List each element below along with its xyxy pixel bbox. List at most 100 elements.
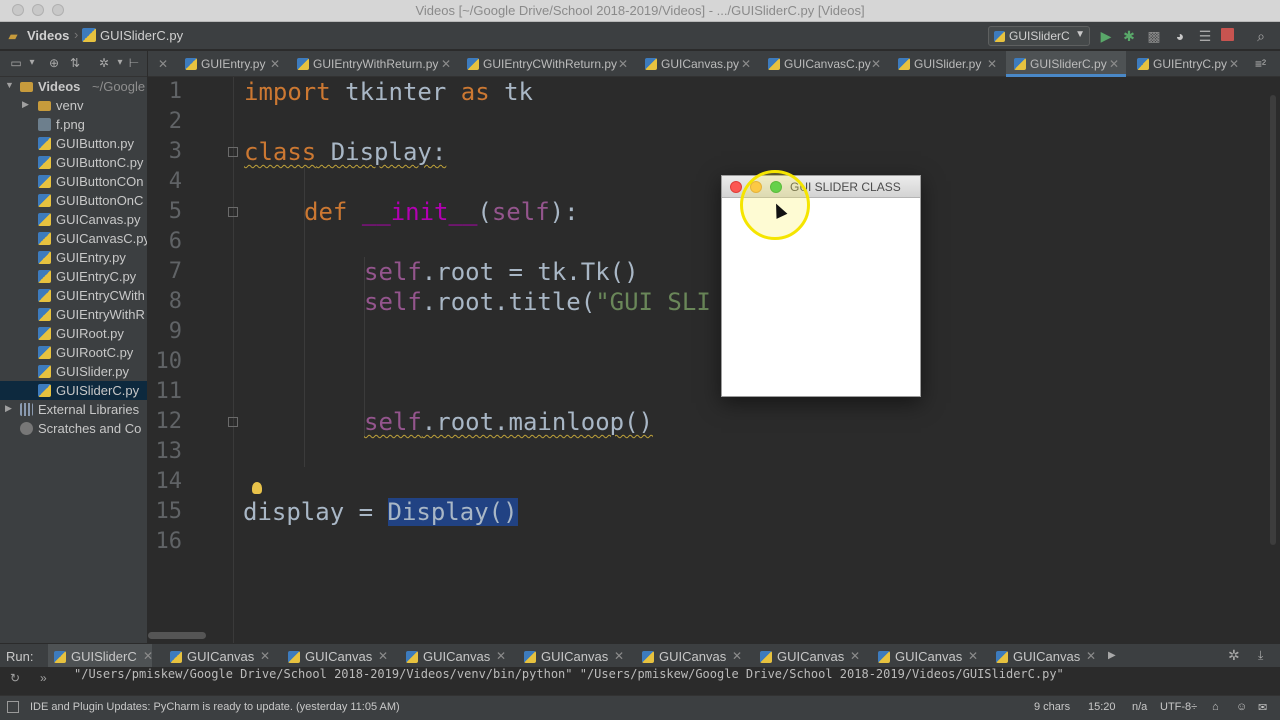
breadcrumb-project[interactable]: Videos: [27, 28, 69, 43]
breadcrumb-file[interactable]: GUISliderC.py: [100, 28, 183, 43]
run-icon[interactable]: ▶: [1097, 27, 1115, 45]
tab-close-icon[interactable]: ✕: [871, 57, 881, 71]
run-tab-guicanvas[interactable]: GUICanvas: [642, 644, 742, 668]
tab-close-icon[interactable]: ✕: [850, 649, 860, 663]
run-tab-guisliderc[interactable]: GUISliderC: [48, 644, 152, 668]
tab-close-icon[interactable]: ✕: [143, 649, 153, 663]
line-separator[interactable]: n/a: [1132, 701, 1147, 713]
project-root[interactable]: ▼ Videos ~/Google: [0, 77, 147, 96]
fold-marker[interactable]: [228, 417, 238, 427]
stop-icon[interactable]: [1221, 28, 1234, 41]
python-file-icon: [878, 651, 890, 663]
python-file-icon: [760, 651, 772, 663]
tab-close-icon[interactable]: ✕: [378, 649, 388, 663]
gear-icon[interactable]: ✲: [96, 55, 112, 71]
coverage-icon[interactable]: ▩: [1145, 27, 1163, 45]
tab-close-icon[interactable]: ✕: [741, 57, 751, 71]
search-icon[interactable]: ⌕: [1252, 27, 1270, 45]
tree-item-external-libraries[interactable]: ▶ External Libraries: [0, 400, 147, 419]
tree-item-f-png[interactable]: f.png: [0, 115, 147, 134]
run-tab-guicanvas[interactable]: GUICanvas: [524, 644, 624, 668]
concurrency-icon[interactable]: ☰: [1196, 27, 1214, 45]
run-configuration-select[interactable]: GUISliderC ▼: [988, 26, 1090, 46]
tree-item-scratches[interactable]: Scratches and Co: [0, 419, 147, 438]
locate-icon[interactable]: ⊕: [46, 55, 62, 71]
tabs-overflow-icon[interactable]: ≡²: [1255, 57, 1266, 71]
tree-item-guisliderc[interactable]: GUISliderC.py: [0, 381, 147, 400]
tab-close-icon[interactable]: ✕: [260, 649, 270, 663]
inspector-icon[interactable]: ☺: [1236, 701, 1247, 713]
collapse-all-icon[interactable]: ⇅: [67, 55, 83, 71]
tab-close-icon[interactable]: ✕: [496, 649, 506, 663]
expand-icon[interactable]: »: [40, 671, 47, 685]
run-tab-guicanvas[interactable]: GUICanvas: [996, 644, 1096, 668]
lock-icon[interactable]: ⌂: [1212, 701, 1219, 713]
tree-item-guibuttoncon[interactable]: GUIButtonCOn: [0, 172, 147, 191]
tab-close-icon[interactable]: ✕: [732, 649, 742, 663]
tree-item-guibuttonc[interactable]: GUIButtonC.py: [0, 153, 147, 172]
tab-guicanvas[interactable]: GUICanvas.py: [645, 51, 755, 77]
python-file-icon: [38, 137, 51, 150]
file-encoding[interactable]: UTF-8÷: [1160, 701, 1197, 713]
collapsed-arrow-icon[interactable]: ▶: [22, 99, 29, 110]
tree-item-guicanvasc[interactable]: GUICanvasC.py: [0, 229, 147, 248]
debug-icon[interactable]: ✱: [1120, 27, 1138, 45]
tab-close-icon[interactable]: ✕: [1086, 649, 1096, 663]
code-editor[interactable]: 1 2 3 4 5 6 7 8 9 10 11 12 13 14 15 16 i…: [148, 77, 1280, 643]
tab-guientrycwithreturn[interactable]: GUIEntryCWithReturn.py: [467, 51, 637, 77]
gear-icon[interactable]: ✲: [1228, 647, 1240, 664]
run-console[interactable]: ↻ » "/Users/pmiskew/Google Drive/School …: [0, 667, 1280, 695]
chevron-down-icon[interactable]: ▾: [24, 55, 40, 71]
tab-close-icon[interactable]: ✕: [1229, 57, 1239, 71]
run-tab-guicanvas[interactable]: GUICanvas: [878, 644, 978, 668]
caret-position[interactable]: 15:20: [1088, 701, 1116, 713]
tab-close-icon[interactable]: ✕: [614, 649, 624, 663]
tk-close-button[interactable]: [730, 181, 742, 193]
tree-item-guientryc[interactable]: GUIEntryC.py: [0, 267, 147, 286]
tab-close-icon[interactable]: ✕: [618, 57, 628, 71]
tab-guientrywithreturn[interactable]: GUIEntryWithReturn.py: [297, 51, 457, 77]
tree-item-label: GUIRootC.py: [56, 345, 134, 360]
expanded-arrow-icon[interactable]: ▼: [5, 80, 14, 90]
run-tab-guicanvas[interactable]: GUICanvas: [288, 644, 388, 668]
tree-item-guislider[interactable]: GUISlider.py: [0, 362, 147, 381]
tree-item-guirootc[interactable]: GUIRootC.py: [0, 343, 147, 362]
tree-item-guibutton[interactable]: GUIButton.py: [0, 134, 147, 153]
more-tabs-arrow-icon[interactable]: ▶: [1108, 650, 1116, 661]
tree-item-guicanvas[interactable]: GUICanvas.py: [0, 210, 147, 229]
rerun-icon[interactable]: ↻: [10, 671, 20, 685]
lightbulb-icon[interactable]: [252, 482, 262, 494]
event-log-icon[interactable]: ✉: [1258, 701, 1267, 714]
tab-close-icon[interactable]: ✕: [270, 57, 280, 71]
tab-guicanvasc[interactable]: GUICanvasC.py: [768, 51, 883, 77]
tab-close-icon[interactable]: ✕: [987, 57, 997, 71]
project-panel: ▼ Videos ~/Google ▶ venv f.png GUIButton…: [0, 77, 148, 643]
fold-marker[interactable]: [228, 207, 238, 217]
tree-item-guibuttononc[interactable]: GUIButtonOnC: [0, 191, 147, 210]
python-file-icon: [38, 384, 51, 397]
hide-panel-icon[interactable]: ⤓: [1258, 648, 1263, 663]
tree-item-guientry[interactable]: GUIEntry.py: [0, 248, 147, 267]
tab-close-icon[interactable]: ✕: [1109, 57, 1119, 71]
toggle-tool-windows-icon[interactable]: [7, 701, 19, 713]
collapsed-arrow-icon[interactable]: ▶: [5, 403, 12, 414]
view-mode-icon[interactable]: ▭: [8, 55, 24, 71]
tree-item-label: GUICanvas.py: [56, 212, 141, 227]
hide-panel-icon[interactable]: ⊢: [126, 55, 142, 71]
tree-item-guientrywithr[interactable]: GUIEntryWithR: [0, 305, 147, 324]
tab-close-icon[interactable]: ✕: [441, 57, 451, 71]
tab-close-icon[interactable]: ✕: [968, 649, 978, 663]
tree-item-venv[interactable]: ▶ venv: [0, 96, 147, 115]
horizontal-scrollbar[interactable]: [148, 632, 206, 639]
run-tab-guicanvas[interactable]: GUICanvas: [406, 644, 506, 668]
tab-close-icon[interactable]: ✕: [158, 57, 168, 71]
status-message[interactable]: IDE and Plugin Updates: PyCharm is ready…: [30, 701, 400, 713]
profile-icon[interactable]: ◕: [1171, 27, 1189, 45]
tree-item-guientrycwith[interactable]: GUIEntryCWith: [0, 286, 147, 305]
run-tab-guicanvas[interactable]: GUICanvas: [760, 644, 860, 668]
fold-marker[interactable]: [228, 147, 238, 157]
tab-guisliderc[interactable]: GUISliderC.py: [1006, 51, 1126, 77]
tree-item-guiroot[interactable]: GUIRoot.py: [0, 324, 147, 343]
vertical-scrollbar[interactable]: [1270, 95, 1276, 545]
run-tab-guicanvas[interactable]: GUICanvas: [170, 644, 270, 668]
